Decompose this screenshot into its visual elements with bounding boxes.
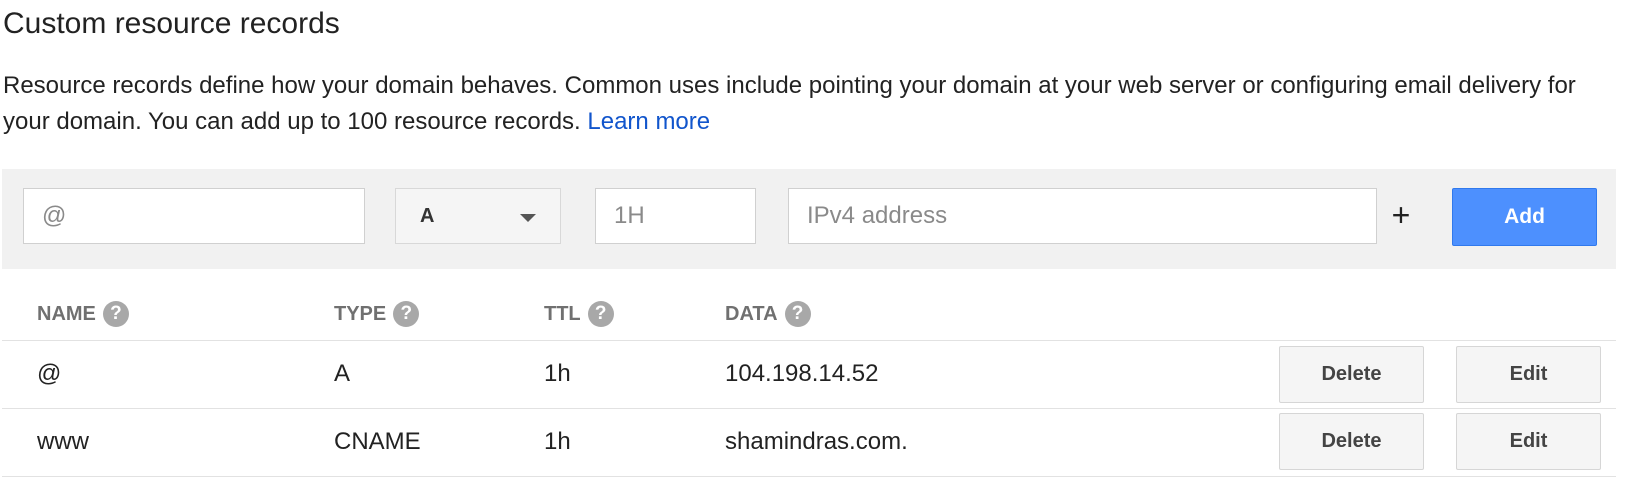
record-ttl: 1h xyxy=(544,360,571,387)
add-button[interactable]: Add xyxy=(1452,188,1597,246)
data-input[interactable] xyxy=(788,188,1377,244)
column-header-data-label: DATA xyxy=(725,303,778,325)
column-header-type-label: TYPE xyxy=(334,303,387,325)
column-header-data: DATA ? xyxy=(725,301,811,327)
help-icon[interactable]: ? xyxy=(587,301,614,327)
row-divider xyxy=(2,340,1616,341)
record-name: @ xyxy=(37,360,62,387)
row-divider xyxy=(2,476,1616,477)
help-icon[interactable]: ? xyxy=(393,301,420,327)
learn-more-link[interactable]: Learn more xyxy=(587,108,710,135)
plus-icon[interactable]: + xyxy=(1386,197,1416,233)
column-header-ttl-label: TTL xyxy=(544,303,581,325)
section-title: Custom resource records xyxy=(3,7,340,40)
record-type: A xyxy=(334,360,351,387)
column-header-type: TYPE ? xyxy=(334,301,420,327)
record-data: 104.198.14.52 xyxy=(725,360,879,387)
row-divider xyxy=(2,408,1616,409)
name-input[interactable] xyxy=(23,188,365,244)
column-header-name-label: NAME xyxy=(37,303,96,325)
delete-button[interactable]: Delete xyxy=(1279,413,1424,470)
delete-button[interactable]: Delete xyxy=(1279,346,1424,403)
record-ttl: 1h xyxy=(544,428,571,455)
section-description: Resource records define how your domain … xyxy=(3,68,1603,140)
type-select[interactable]: A xyxy=(395,188,561,244)
record-type: CNAME xyxy=(334,428,421,455)
edit-button[interactable]: Edit xyxy=(1456,413,1601,470)
ttl-input[interactable] xyxy=(595,188,756,244)
record-name: www xyxy=(37,428,89,455)
column-header-name: NAME ? xyxy=(37,301,129,327)
chevron-down-icon xyxy=(520,214,536,222)
description-text: Resource records define how your domain … xyxy=(3,72,1576,135)
record-data: shamindras.com. xyxy=(725,428,908,455)
column-header-ttl: TTL ? xyxy=(544,301,614,327)
add-record-form: A + Add xyxy=(2,169,1616,269)
edit-button[interactable]: Edit xyxy=(1456,346,1601,403)
help-icon[interactable]: ? xyxy=(102,301,129,327)
type-select-value: A xyxy=(420,205,435,227)
help-icon[interactable]: ? xyxy=(784,301,811,327)
